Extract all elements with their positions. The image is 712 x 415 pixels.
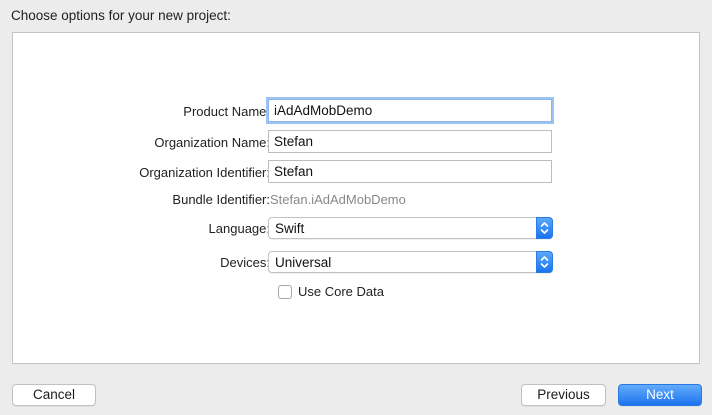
dialog-heading: Choose options for your new project: [11,8,231,23]
product-name-field[interactable]: iAdAdMobDemo [268,99,552,122]
language-label: Language: [208,221,270,236]
use-core-data-checkbox[interactable] [278,284,292,299]
use-core-data-label: Use Core Data [298,284,384,299]
previous-button[interactable]: Previous [521,384,606,406]
devices-label: Devices: [220,255,270,270]
organization-name-label: Organization Name: [154,135,270,150]
organization-identifier-label: Organization Identifier: [139,165,270,180]
use-core-data-option[interactable]: Use Core Data [278,284,384,299]
organization-identifier-field[interactable]: Stefan [268,160,552,183]
bundle-identifier-label: Bundle Identifier: [172,192,270,207]
devices-popup[interactable]: Universal [268,251,553,273]
language-selected: Swift [275,221,305,236]
devices-selected: Universal [275,255,332,270]
product-name-label: Product Name: [183,104,270,119]
bundle-identifier-value: Stefan.iAdAdMobDemo [270,192,406,207]
cancel-button[interactable]: Cancel [12,384,96,406]
chevron-up-down-icon [536,251,553,273]
organization-name-field[interactable]: Stefan [268,130,552,153]
language-popup[interactable]: Swift [268,217,553,239]
next-button[interactable]: Next [618,384,702,406]
chevron-up-down-icon [536,217,553,239]
